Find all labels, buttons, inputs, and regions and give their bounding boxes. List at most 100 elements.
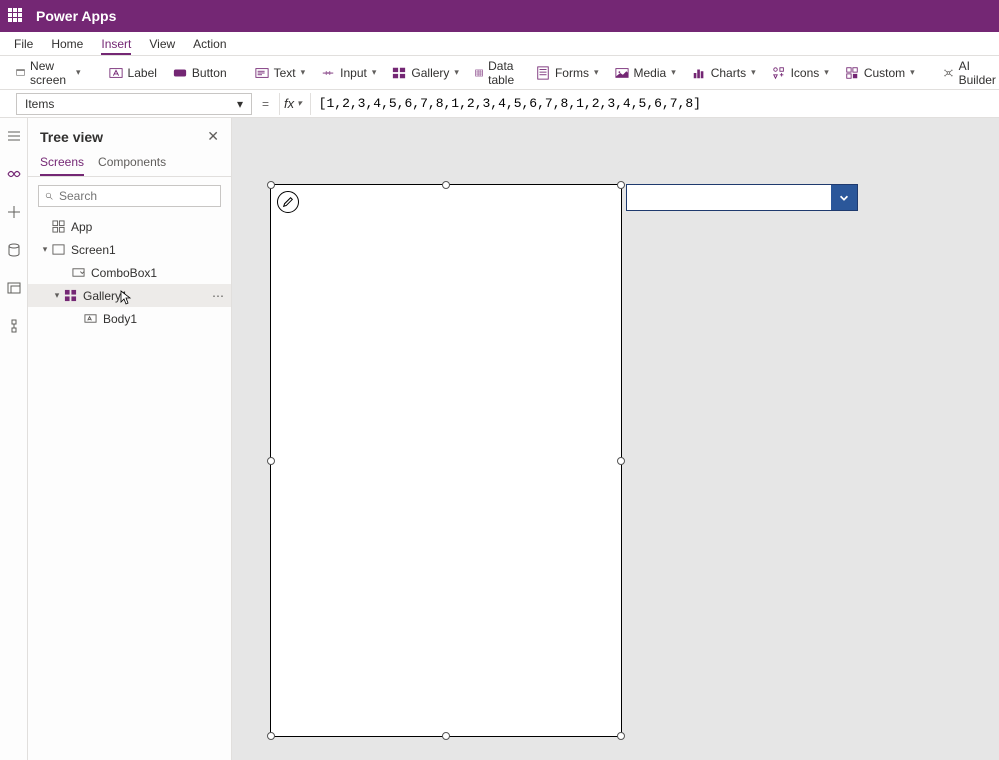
- text-icon: [255, 66, 269, 80]
- edit-icon[interactable]: [277, 191, 299, 213]
- input-icon: [321, 66, 335, 80]
- tree-app[interactable]: ▾ App: [28, 215, 231, 238]
- search-input[interactable]: [59, 189, 214, 203]
- screen-icon: [16, 66, 25, 80]
- chevron-down-icon: ▾: [454, 67, 459, 78]
- tree-screen1[interactable]: ▾ Screen1: [28, 238, 231, 261]
- tab-screens[interactable]: Screens: [40, 149, 84, 176]
- property-selector[interactable]: Items ▾: [16, 93, 252, 115]
- text-button[interactable]: Text ▾: [249, 62, 312, 84]
- tree-header: Tree view ✕: [28, 118, 231, 149]
- gallery-control[interactable]: [270, 184, 622, 737]
- hamburger-icon[interactable]: [6, 128, 22, 144]
- tree-panel: Tree view ✕ Screens Components ▾ App ▾ S…: [28, 118, 232, 760]
- tree-gallery1[interactable]: ▾ Gallery1 ⋯: [28, 284, 231, 307]
- tab-components[interactable]: Components: [98, 149, 166, 176]
- gallery-button[interactable]: Gallery ▾: [386, 62, 465, 84]
- ribbon: New screen ▾ Label Button Text ▾ Input ▾…: [0, 56, 999, 90]
- tree-view-icon[interactable]: [6, 166, 22, 182]
- advanced-tools-icon[interactable]: [6, 318, 22, 334]
- tree-combobox1-label: ComboBox1: [91, 266, 157, 280]
- tree-body1[interactable]: ▾ Body1: [28, 307, 231, 330]
- formula-input[interactable]: [311, 93, 999, 115]
- charts-button[interactable]: Charts ▾: [686, 62, 762, 84]
- tree-screen1-label: Screen1: [71, 243, 116, 257]
- text-label: Text: [274, 66, 296, 80]
- forms-button[interactable]: Forms ▾: [530, 62, 605, 84]
- icons-icon: [772, 66, 786, 80]
- resize-handle[interactable]: [442, 181, 450, 189]
- menu-insert[interactable]: Insert: [101, 37, 131, 55]
- resize-handle[interactable]: [267, 457, 275, 465]
- gallery-icon: [392, 66, 406, 80]
- chevron-down-icon: ▾: [910, 67, 915, 78]
- menu-home[interactable]: Home: [51, 37, 83, 55]
- tree-tabs: Screens Components: [28, 149, 231, 177]
- new-screen-button[interactable]: New screen ▾: [10, 55, 87, 91]
- resize-handle[interactable]: [617, 457, 625, 465]
- menu-bar: File Home Insert View Action: [0, 32, 999, 56]
- chevron-down-icon: ▾: [372, 67, 377, 78]
- tree-list: ▾ App ▾ Screen1 ▾ ComboBox1 ▾ Gallery1 ⋯: [28, 215, 231, 330]
- button-label: Button: [192, 66, 227, 80]
- charts-icon: [692, 66, 706, 80]
- combobox-icon: [72, 266, 85, 279]
- button-icon: [173, 66, 187, 80]
- more-icon[interactable]: ⋯: [212, 289, 225, 303]
- insert-icon[interactable]: [6, 204, 22, 220]
- custom-icon: [845, 66, 859, 80]
- label-button[interactable]: Label: [103, 62, 163, 84]
- search-wrap: [28, 177, 231, 215]
- menu-view[interactable]: View: [149, 37, 175, 55]
- app-title: Power Apps: [36, 8, 116, 24]
- forms-label: Forms: [555, 66, 589, 80]
- formula-bar: Items ▾ = fx▾: [0, 90, 999, 118]
- resize-handle[interactable]: [267, 732, 275, 740]
- data-table-icon: [475, 66, 483, 80]
- media-panel-icon[interactable]: [6, 280, 22, 296]
- screen-icon: [52, 243, 65, 256]
- chevron-down-icon: ▾: [297, 98, 302, 109]
- tree-title: Tree view: [40, 129, 103, 145]
- ai-builder-icon: [943, 66, 954, 80]
- icons-button[interactable]: Icons ▾: [766, 62, 835, 84]
- app-launcher-icon[interactable]: [8, 8, 24, 24]
- ai-builder-button[interactable]: AI Builder ▾: [937, 55, 999, 91]
- combobox-control[interactable]: [626, 184, 858, 211]
- app-header: Power Apps: [0, 0, 999, 32]
- search-icon: [45, 190, 53, 202]
- chevron-down-icon: ▾: [76, 67, 81, 78]
- close-icon[interactable]: ✕: [207, 128, 219, 145]
- media-button[interactable]: Media ▾: [609, 62, 682, 84]
- chevron-down-icon[interactable]: ▾: [52, 290, 62, 301]
- resize-handle[interactable]: [617, 181, 625, 189]
- chevron-down-icon: ▾: [237, 97, 243, 111]
- menu-file[interactable]: File: [14, 37, 33, 55]
- input-label: Input: [340, 66, 367, 80]
- tree-body1-label: Body1: [103, 312, 137, 326]
- label-icon: [84, 312, 97, 325]
- button-button[interactable]: Button: [167, 62, 233, 84]
- custom-button[interactable]: Custom ▾: [839, 62, 921, 84]
- menu-action[interactable]: Action: [193, 37, 226, 55]
- data-table-button[interactable]: Data table: [469, 55, 526, 91]
- chevron-down-icon: ▾: [824, 67, 829, 78]
- chevron-down-icon: [838, 192, 850, 204]
- tree-combobox1[interactable]: ▾ ComboBox1: [28, 261, 231, 284]
- label-label: Label: [128, 66, 157, 80]
- data-table-label: Data table: [488, 59, 520, 87]
- chevron-down-icon: ▾: [301, 67, 306, 78]
- canvas[interactable]: [232, 118, 999, 760]
- forms-icon: [536, 66, 550, 80]
- input-button[interactable]: Input ▾: [315, 62, 382, 84]
- fx-label[interactable]: fx▾: [280, 96, 310, 111]
- left-rail: [0, 118, 28, 760]
- combobox-dropdown-button[interactable]: [831, 185, 857, 210]
- resize-handle[interactable]: [267, 181, 275, 189]
- resize-handle[interactable]: [617, 732, 625, 740]
- resize-handle[interactable]: [442, 732, 450, 740]
- chevron-down-icon: ▾: [594, 67, 599, 78]
- data-icon[interactable]: [6, 242, 22, 258]
- chevron-down-icon[interactable]: ▾: [40, 244, 50, 255]
- search-box[interactable]: [38, 185, 221, 207]
